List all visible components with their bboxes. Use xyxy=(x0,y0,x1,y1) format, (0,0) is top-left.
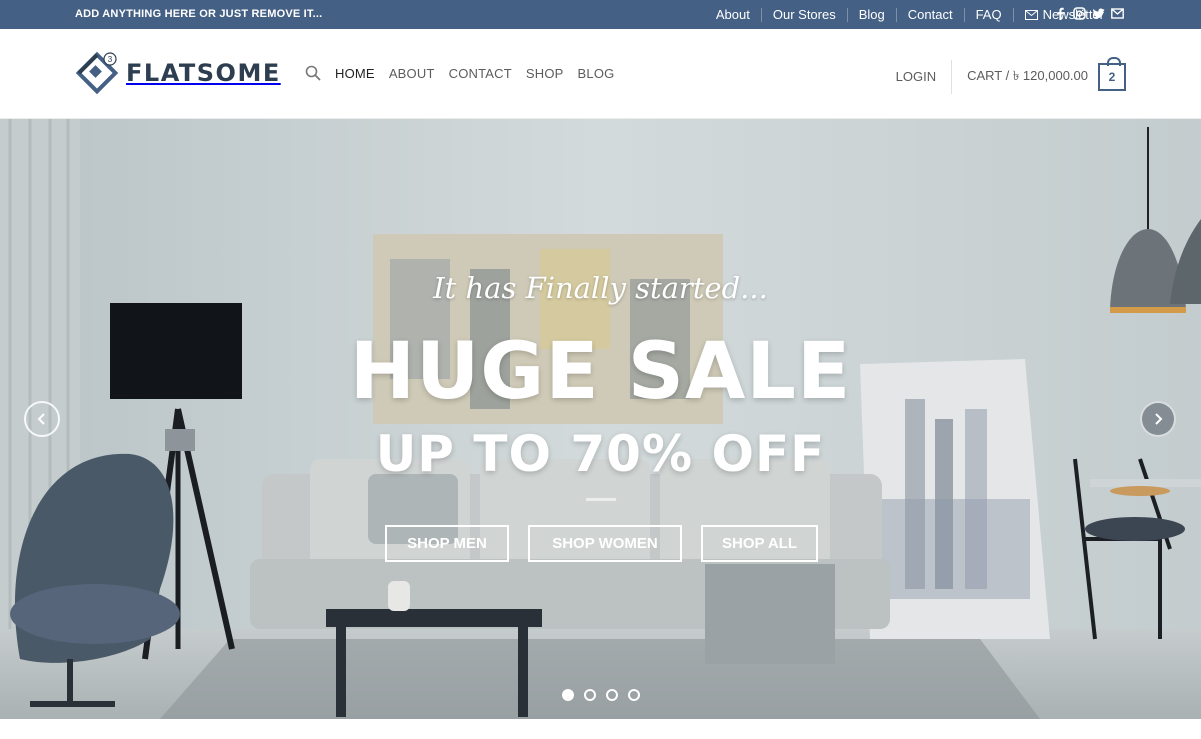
social-icons xyxy=(1054,7,1124,20)
shop-all-button[interactable]: SHOP ALL xyxy=(701,525,818,562)
slider-dot-2[interactable] xyxy=(584,689,596,701)
logo-badge: 3 xyxy=(108,55,113,64)
hero-kicker: It has Finally started... xyxy=(433,271,768,305)
hero-subtitle: UP TO 70% OFF xyxy=(375,425,826,483)
search-icon[interactable] xyxy=(305,65,321,81)
nav-item-about[interactable]: ABOUT xyxy=(389,66,435,81)
site-logo[interactable]: 3 FLATSOME xyxy=(75,51,281,95)
promo-text: ADD ANYTHING HERE OR JUST REMOVE IT... xyxy=(75,8,323,20)
shop-women-button[interactable]: SHOP WOMEN xyxy=(528,525,682,562)
hero-divider xyxy=(586,498,616,501)
cart-link[interactable]: CART / ৳ 120,000.00 xyxy=(952,67,1088,88)
main-nav: HOME ABOUT CONTACT SHOP BLOG xyxy=(305,65,628,81)
slider-next-button[interactable] xyxy=(1140,401,1176,437)
nav-item-blog[interactable]: BLOG xyxy=(578,66,615,81)
chevron-right-icon xyxy=(1155,413,1163,425)
nav-item-shop[interactable]: SHOP xyxy=(526,66,564,81)
envelope-icon xyxy=(1024,9,1038,20)
nav-item-home[interactable]: HOME xyxy=(335,66,375,81)
top-link-contact[interactable]: Contact xyxy=(895,7,964,22)
email-icon[interactable] xyxy=(1111,7,1124,20)
hero-background-image xyxy=(0,119,1201,719)
hero-slider: It has Finally started... HUGE SALE UP T… xyxy=(0,119,1201,719)
main-header: 3 FLATSOME HOME ABOUT CONTACT SHOP BLOG … xyxy=(0,29,1201,119)
account-nav: LOGIN CART / ৳ 120,000.00 2 xyxy=(896,57,1126,94)
hero-title: HUGE SALE xyxy=(349,327,852,417)
slider-dot-4[interactable] xyxy=(628,689,640,701)
nav-item-contact[interactable]: CONTACT xyxy=(449,66,512,81)
slider-dots xyxy=(562,689,640,701)
logo-mark-icon: 3 xyxy=(75,51,119,95)
facebook-icon[interactable] xyxy=(1054,7,1067,20)
slider-dot-1[interactable] xyxy=(562,689,574,701)
top-link-faq[interactable]: FAQ xyxy=(963,7,1013,22)
shop-men-button[interactable]: SHOP MEN xyxy=(385,525,509,562)
top-link-about[interactable]: About xyxy=(705,7,761,22)
cart-count-badge[interactable]: 2 xyxy=(1098,57,1126,91)
top-link-blog[interactable]: Blog xyxy=(846,7,896,22)
hero-buttons: SHOP MEN SHOP WOMEN SHOP ALL xyxy=(385,525,818,562)
slider-dot-3[interactable] xyxy=(606,689,618,701)
slider-prev-button[interactable] xyxy=(24,401,60,437)
logo-text: FLATSOME xyxy=(126,59,281,87)
twitter-icon[interactable] xyxy=(1092,7,1105,20)
login-link[interactable]: LOGIN xyxy=(896,60,953,94)
chevron-left-icon xyxy=(37,413,45,425)
instagram-icon[interactable] xyxy=(1073,7,1086,20)
top-link-our-stores[interactable]: Our Stores xyxy=(760,7,847,22)
top-bar: ADD ANYTHING HERE OR JUST REMOVE IT... A… xyxy=(0,0,1201,29)
